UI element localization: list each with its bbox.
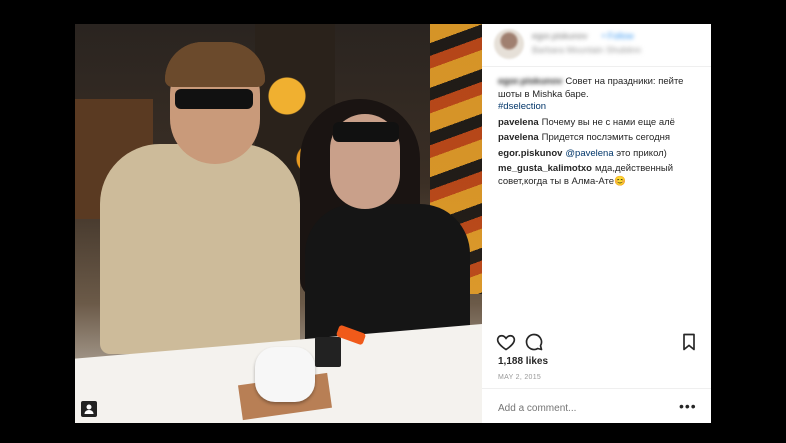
comment-text: Придется послэмить сегодня [541,132,671,143]
likes-count[interactable]: 1,188 likes [498,356,548,367]
add-comment-input[interactable] [496,402,650,415]
comment-username[interactable]: egor.piskunov [498,76,562,87]
post-photo[interactable] [75,24,482,423]
comment-text: Почему вы не с нами еще алё [541,116,675,128]
photo-ashtray [255,347,315,402]
photo-man-sunglasses [175,89,253,109]
comment-username[interactable]: pavelena [498,132,539,143]
comments-list: egor.piskunov Совет на праздники: пейте ш… [498,76,703,191]
instagram-post: egor.piskunov • Follow Barbara Mountain … [75,24,711,423]
bookmark-icon[interactable] [679,332,699,352]
comment: me_gusta_kalimotxo мда,действенный совет,… [498,163,703,188]
photo-man-jacket [100,144,300,354]
mention-link[interactable]: @pavelena [565,148,613,159]
follow-button[interactable]: • Follow [602,31,634,41]
comment-username[interactable]: egor.piskunov [498,148,562,159]
photo-woman-sunglasses [333,122,399,142]
post-sidebar: egor.piskunov • Follow Barbara Mountain … [482,24,711,423]
comment-username[interactable]: pavelena [498,117,539,128]
header-location[interactable]: Barbara Mountain Shubiinn [532,45,641,55]
photo-cigarette-pack [315,337,341,367]
tagged-people-icon[interactable] [81,401,97,417]
comment-username[interactable]: me_gusta_kalimotxo [498,163,592,174]
hashtag-link[interactable]: #dselection [498,101,546,112]
comment-text: это прикол) [616,147,667,159]
header-username[interactable]: egor.piskunov [532,31,588,41]
add-comment-row: ••• [482,388,711,424]
more-options-button[interactable]: ••• [679,398,697,414]
comment: pavelena Почему вы не с нами еще алё [498,117,703,130]
comment-icon[interactable] [524,332,544,352]
post-actions [482,327,711,357]
post-header: egor.piskunov • Follow Barbara Mountain … [482,24,711,67]
post-date[interactable]: MAY 2, 2015 [498,374,541,381]
photo-man-hair-top [165,42,265,87]
comment: pavelena Придется послэмить сегодня [498,132,703,145]
avatar[interactable] [494,29,524,59]
comment-caption: egor.piskunov Совет на праздники: пейте ш… [498,76,703,114]
comment: egor.piskunov @pavelena это прикол) [498,148,703,161]
heart-icon[interactable] [496,332,516,352]
